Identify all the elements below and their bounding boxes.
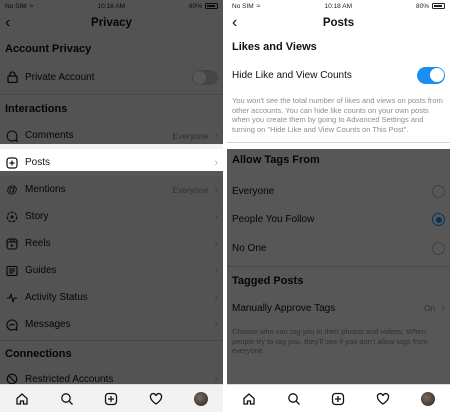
chevron-right-icon: › <box>214 318 218 331</box>
posts-screen: No SIM ≈ 10:18 AM 80% ‹ Posts Likes and … <box>227 0 450 412</box>
private-account-toggle[interactable] <box>192 69 218 85</box>
status-time: 10:18 AM <box>324 2 352 10</box>
allow-tags-heading: Allow Tags From <box>232 154 320 166</box>
battery-icon <box>205 3 218 9</box>
mentions-label: Mentions <box>25 184 66 195</box>
chevron-right-icon: › <box>214 156 218 169</box>
activity-heart-icon[interactable] <box>145 388 167 410</box>
hide-counts-row[interactable]: Hide Like and View Counts <box>227 60 450 90</box>
reels-label: Reels <box>25 238 51 249</box>
interactions-comments-row[interactable]: Comments Everyone › <box>0 122 223 149</box>
comment-icon <box>5 129 19 143</box>
wifi-icon: ≈ <box>29 2 34 10</box>
interactions-heading: Interactions <box>5 102 68 115</box>
allow-tags-option-everyone[interactable]: Everyone <box>227 177 450 205</box>
search-icon[interactable] <box>56 388 78 410</box>
radio-everyone[interactable] <box>432 184 445 198</box>
messages-icon <box>5 318 19 332</box>
tagged-posts-note: Choose who can tag you in their photos a… <box>232 327 428 355</box>
privacy-screen: No SIM ≈ 10:18 AM 80% ‹ Privacy Account … <box>0 0 223 412</box>
allow-tags-option-people-you-follow[interactable]: People You Follow <box>227 205 450 234</box>
story-icon <box>5 210 19 224</box>
tagged-posts-heading: Tagged Posts <box>232 274 304 287</box>
manually-approve-tags-row[interactable]: Manually Approve Tags On › <box>227 294 450 322</box>
option-everyone-label: Everyone <box>232 185 275 197</box>
manually-approve-label: Manually Approve Tags <box>232 302 336 314</box>
guides-icon <box>5 264 19 278</box>
chevron-right-icon: › <box>214 129 218 142</box>
activity-status-label: Activity Status <box>25 292 88 303</box>
carrier-label: No SIM <box>232 2 254 10</box>
back-chevron-icon[interactable]: ‹ <box>232 14 237 32</box>
hide-counts-label: Hide Like and View Counts <box>232 69 352 81</box>
interactions-mentions-row[interactable]: @ Mentions Everyone › <box>0 176 223 203</box>
chevron-right-icon: › <box>214 210 218 223</box>
carrier-label: No SIM <box>5 2 27 10</box>
wifi-icon: ≈ <box>256 2 261 10</box>
status-bar: No SIM ≈ 10:18 AM 80% <box>0 0 223 12</box>
guides-label: Guides <box>25 265 57 276</box>
messages-label: Messages <box>25 319 71 330</box>
status-time: 10:18 AM <box>97 2 125 10</box>
interactions-messages-row[interactable]: Messages › <box>0 311 223 338</box>
option-no-one-label: No One <box>232 242 267 254</box>
avatar <box>193 391 208 406</box>
nav-bar: ‹ Privacy <box>0 12 223 34</box>
avatar <box>420 391 435 406</box>
private-account-label: Private Account <box>25 71 95 83</box>
nav-bar: ‹ Posts <box>227 12 450 34</box>
battery-icon <box>432 3 445 9</box>
battery-percent: 80% <box>415 2 429 10</box>
search-icon[interactable] <box>283 388 305 410</box>
status-bar: No SIM ≈ 10:18 AM 80% <box>227 0 450 12</box>
posts-label: Posts <box>25 157 51 168</box>
connections-heading: Connections <box>5 348 72 360</box>
battery-percent: 80% <box>188 2 202 10</box>
back-chevron-icon[interactable]: ‹ <box>5 14 10 32</box>
bottom-tab-bar <box>227 384 450 412</box>
interactions-activity-status-row[interactable]: Activity Status › <box>0 284 223 311</box>
chevron-right-icon: › <box>214 237 218 250</box>
radio-no-one[interactable] <box>432 241 445 255</box>
activity-icon <box>5 291 19 305</box>
bottom-tab-bar <box>0 384 223 412</box>
chevron-right-icon: › <box>214 291 218 304</box>
likes-views-note: You won't see the total number of likes … <box>232 96 443 134</box>
interactions-guides-row[interactable]: Guides › <box>0 257 223 284</box>
page-title: Posts <box>322 17 355 29</box>
restricted-accounts-label: Restricted Accounts <box>25 373 114 385</box>
reels-icon <box>5 237 19 251</box>
comments-label: Comments <box>25 130 74 141</box>
at-icon: @ <box>6 183 18 196</box>
allow-tags-option-no-one[interactable]: No One <box>227 234 450 262</box>
create-icon[interactable] <box>327 388 349 410</box>
profile-avatar[interactable] <box>190 388 212 410</box>
private-account-row[interactable]: Private Account <box>0 64 223 90</box>
interactions-posts-row[interactable]: Posts › <box>0 149 223 176</box>
activity-heart-icon[interactable] <box>372 388 394 410</box>
interactions-story-row[interactable]: Story › <box>0 203 223 230</box>
chevron-right-icon: › <box>441 302 445 314</box>
chevron-right-icon: › <box>214 183 218 196</box>
option-people-you-follow-label: People You Follow <box>232 214 315 225</box>
likes-views-heading: Likes and Views <box>232 41 317 53</box>
radio-people-you-follow[interactable] <box>432 213 445 226</box>
chevron-right-icon: › <box>214 264 218 277</box>
hide-counts-toggle[interactable] <box>417 66 445 84</box>
page-title: Privacy <box>91 17 132 29</box>
manually-approve-value: On <box>423 303 436 313</box>
comments-value: Everyone <box>172 130 209 141</box>
profile-avatar[interactable] <box>417 388 439 410</box>
create-icon[interactable] <box>100 388 122 410</box>
home-icon[interactable] <box>238 388 260 410</box>
lock-icon <box>5 70 19 84</box>
account-privacy-heading: Account Privacy <box>5 43 92 55</box>
home-icon[interactable] <box>11 388 33 410</box>
mentions-value: Everyone <box>172 184 209 195</box>
story-label: Story <box>25 211 49 222</box>
interactions-reels-row[interactable]: Reels › <box>0 230 223 257</box>
plus-square-icon <box>5 156 19 170</box>
